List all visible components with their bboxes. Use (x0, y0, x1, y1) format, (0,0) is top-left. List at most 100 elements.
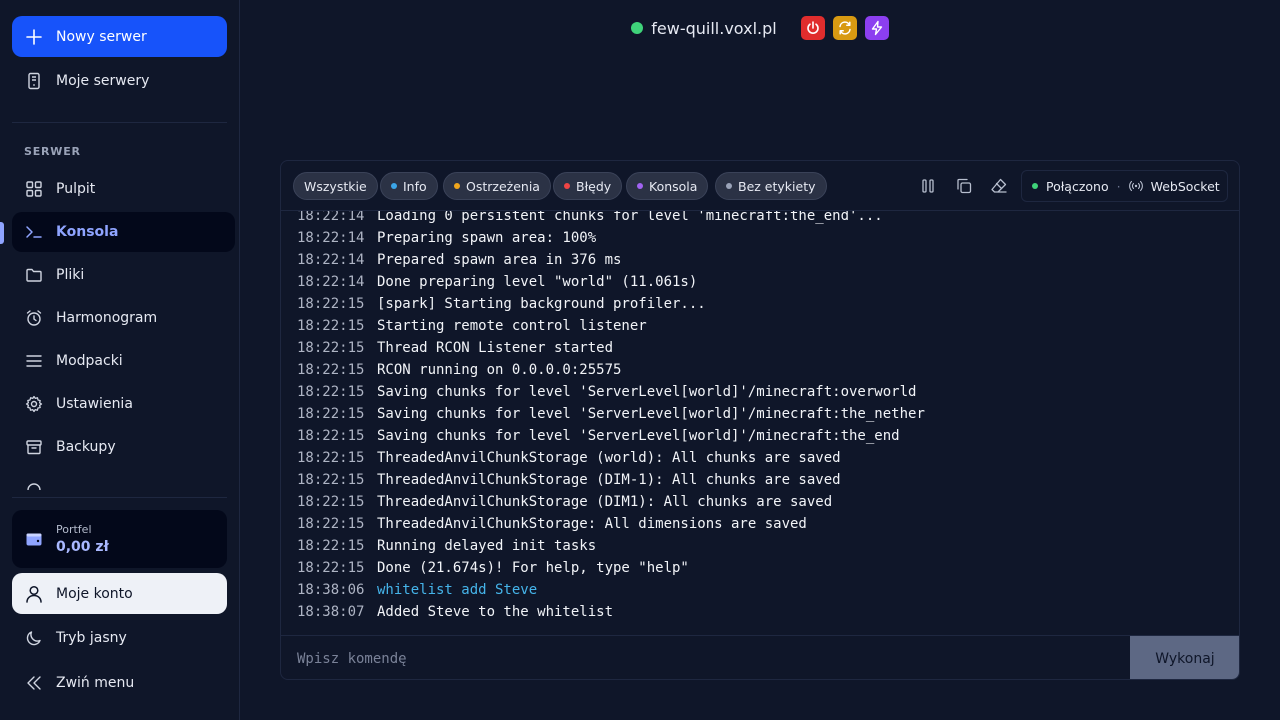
server-icon (24, 71, 44, 91)
log-line: 18:22:15 ThreadedAnvilChunkStorage (DIM1)… (297, 491, 925, 513)
archive-icon (24, 437, 44, 457)
log-line: 18:22:15 Saving chunks for level 'ServerL… (297, 381, 925, 403)
log-message: Done preparing level "world" (11.061s) (377, 274, 698, 290)
bolt-icon (871, 20, 882, 36)
restart-button[interactable] (832, 16, 857, 40)
sidebar-item-konsola[interactable]: Konsola (12, 212, 235, 252)
execute-button[interactable]: Wykonaj (1130, 636, 1239, 679)
wallet-icon (26, 531, 42, 547)
user-icon (24, 584, 44, 604)
new-server-button[interactable]: Nowy serwer (12, 16, 227, 57)
filter-dot (454, 183, 460, 189)
sidebar-item-modpacki[interactable]: Modpacki (12, 341, 227, 381)
sidebar-item-harmonogram[interactable]: Harmonogram (12, 298, 227, 338)
server-header: few-quill.voxl.pl (240, 0, 1280, 56)
pause-icon[interactable] (919, 177, 937, 195)
plus-icon (26, 28, 42, 45)
section-label: SERWER (24, 145, 81, 158)
log-line: 18:22:15 ThreadedAnvilChunkStorage (DIM-1… (297, 469, 925, 491)
filter-console[interactable]: Konsola (626, 172, 709, 200)
filter-dot (726, 183, 732, 189)
log-message: ThreadedAnvilChunkStorage (DIM-1): All c… (377, 472, 841, 488)
restart-icon (838, 21, 851, 35)
collapse-menu-button[interactable]: Zwiń menu (12, 663, 227, 703)
filter-warnings[interactable]: Ostrzeżenia (443, 172, 551, 200)
log-timestamp: 18:22:15 (297, 362, 365, 378)
log-message: ThreadedAnvilChunkStorage (DIM1): All ch… (377, 494, 833, 510)
sidebar-item-pulpit[interactable]: Pulpit (12, 169, 227, 209)
sidebar-item-label: Ustawienia (56, 396, 133, 412)
log-timestamp: 18:22:15 (297, 428, 365, 444)
console-log[interactable]: 18:22:14 Loading 0 persistent chunks for … (281, 211, 1239, 635)
filter-dot (564, 183, 570, 189)
log-line: 18:22:15 Thread RCON Listener started (297, 337, 925, 359)
sidebar-item-label: Pulpit (56, 181, 96, 197)
log-line: 18:38:06 whitelist add Steve (297, 579, 925, 601)
log-message: RCON running on 0.0.0.0:25575 (377, 362, 622, 378)
connection-separator: · (1116, 178, 1121, 194)
log-message: [spark] Starting background profiler... (377, 296, 706, 312)
menu-lines-icon (24, 351, 44, 371)
my-account-button[interactable]: Moje konto (12, 573, 227, 614)
filter-info[interactable]: Info (380, 172, 438, 200)
sidebar-item-label: Backupy (56, 439, 116, 455)
sidebar-item-ustawienia[interactable]: Ustawienia (12, 384, 227, 424)
wallet-card[interactable]: Portfel 0,00 zł (12, 510, 227, 568)
sidebar-item-pliki[interactable]: Pliki (12, 255, 227, 295)
log-message: Saving chunks for level 'ServerLevel[wor… (377, 384, 917, 400)
log-line: 18:22:15 Saving chunks for level 'ServerL… (297, 425, 925, 447)
command-row: Wykonaj (281, 635, 1239, 679)
grid-icon (24, 179, 44, 199)
active-indicator (0, 222, 4, 244)
log-line: 18:22:14 Prepared spawn area in 376 ms (297, 249, 925, 271)
log-timestamp: 18:38:07 (297, 604, 365, 620)
log-timestamp: 18:22:15 (297, 472, 365, 488)
theme-toggle[interactable]: Tryb jasny (12, 618, 227, 658)
my-servers-link[interactable]: Moje serwery (12, 61, 227, 101)
log-timestamp: 18:38:06 (297, 582, 365, 598)
log-timestamp: 18:22:15 (297, 516, 365, 532)
my-account-label: Moje konto (56, 585, 133, 602)
command-input[interactable] (281, 636, 1130, 679)
log-line: 18:22:15 [spark] Starting background prof… (297, 293, 925, 315)
filter-label: Wszystkie (304, 178, 367, 194)
log-timestamp: 18:22:15 (297, 560, 365, 576)
sidebar-item-label: Harmonogram (56, 310, 158, 326)
eraser-icon[interactable] (990, 177, 1008, 195)
log-line: 18:22:14 Preparing spawn area: 100% (297, 227, 925, 249)
filter-all[interactable]: Wszystkie (293, 172, 378, 200)
filter-label: Bez etykiety (738, 178, 816, 194)
sidebar-item-backupy[interactable]: Backupy (12, 427, 227, 467)
chevrons-left-icon (24, 673, 44, 693)
server-hostname: few-quill.voxl.pl (651, 18, 777, 38)
filter-unlabeled[interactable]: Bez etykiety (715, 172, 827, 200)
alarm-clock-icon (24, 308, 44, 328)
log-timestamp: 18:22:15 (297, 450, 365, 466)
log-line: 18:22:15 RCON running on 0.0.0.0:25575 (297, 359, 925, 381)
collapse-menu-label: Zwiń menu (56, 675, 135, 691)
log-line: 18:22:15 Running delayed init tasks (297, 535, 925, 557)
moon-icon (24, 628, 44, 648)
sidebar-item-label: Konsola (56, 224, 119, 240)
filter-label: Info (403, 178, 427, 194)
log-command: whitelist add Steve (377, 582, 538, 598)
kill-button[interactable] (864, 16, 889, 40)
wallet-label: Portfel (56, 523, 92, 536)
log-message: Loading 0 persistent chunks for level 'm… (377, 211, 883, 224)
log-timestamp: 18:22:15 (297, 340, 365, 356)
power-button[interactable] (800, 16, 825, 40)
log-line: 18:22:14 Loading 0 persistent chunks for … (297, 211, 925, 227)
log-message: Done (21.674s)! For help, type "help" (377, 560, 689, 576)
sidebar-item-label: Pliki (56, 267, 85, 283)
console-toolbar: Wszystkie Info Ostrzeżenia Błędy Konsola… (281, 161, 1239, 211)
filter-label: Ostrzeżenia (466, 178, 540, 194)
theme-toggle-label: Tryb jasny (56, 630, 127, 646)
log-timestamp: 18:22:14 (297, 252, 365, 268)
filter-errors[interactable]: Błędy (553, 172, 623, 200)
filter-label: Błędy (576, 178, 612, 194)
console-log-lines: 18:22:14 Loading 0 persistent chunks for … (297, 211, 925, 623)
log-timestamp: 18:22:15 (297, 384, 365, 400)
log-line: 18:22:15 Saving chunks for level 'ServerL… (297, 403, 925, 425)
log-message: Added Steve to the whitelist (377, 604, 614, 620)
copy-icon[interactable] (955, 177, 973, 195)
